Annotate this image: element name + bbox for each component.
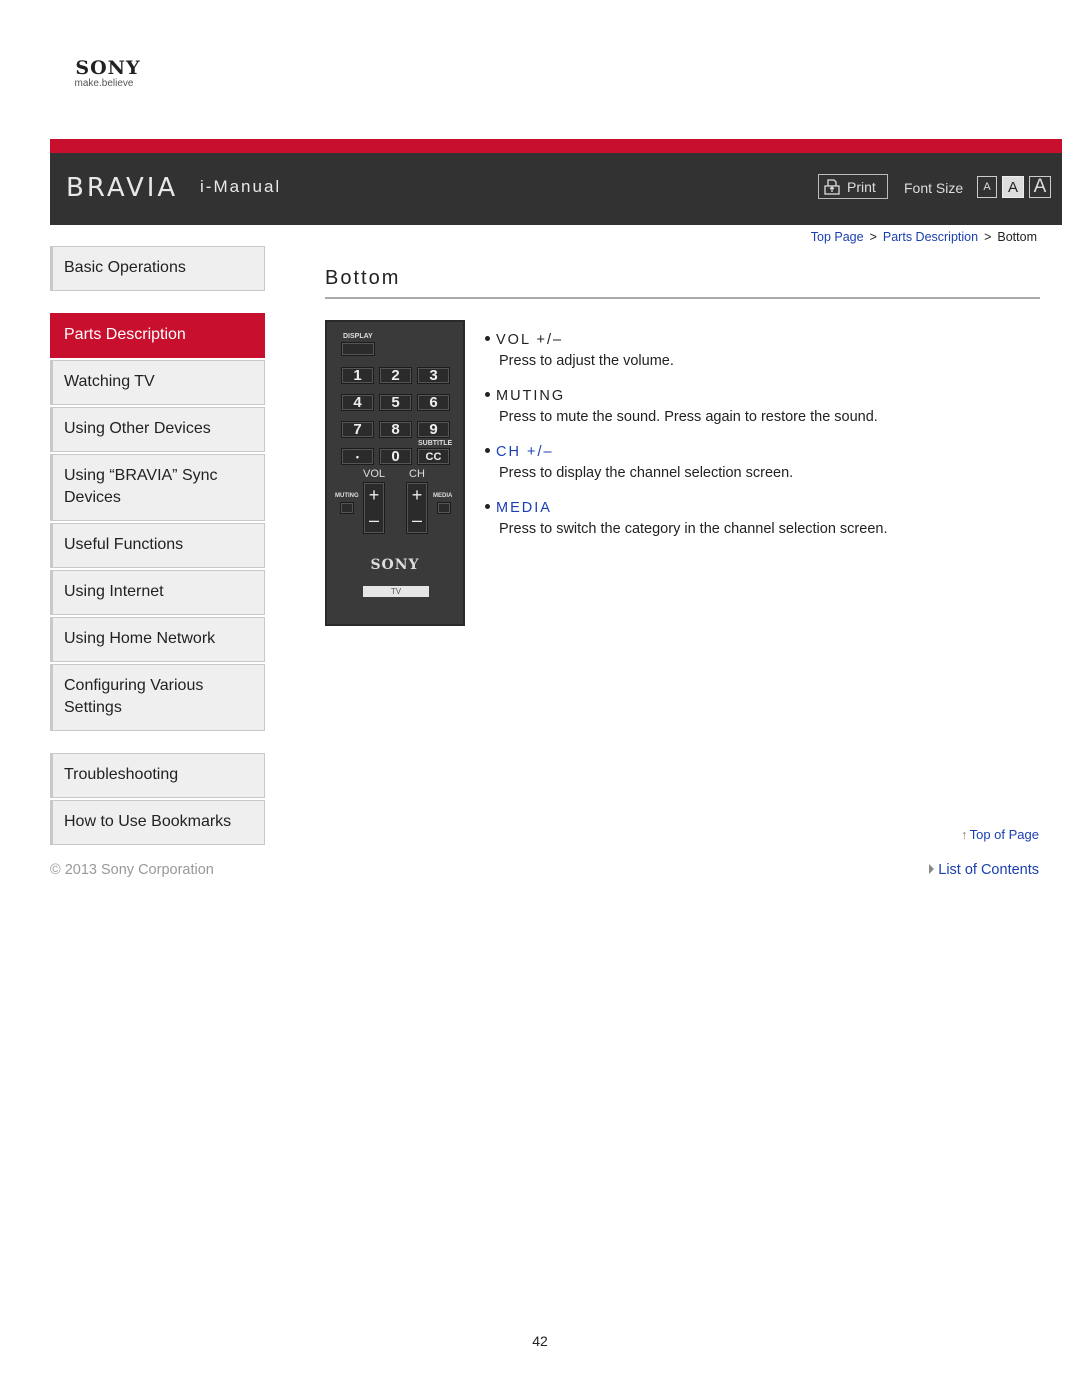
breadcrumb-parts-description[interactable]: Parts Description — [883, 230, 978, 244]
top-of-page-link[interactable]: ↑ Top of Page — [961, 827, 1039, 842]
key-4: 4 — [341, 394, 374, 411]
sidebar-item-using-internet[interactable]: Using Internet — [50, 570, 265, 615]
sidebar-item-home-network[interactable]: Using Home Network — [50, 617, 265, 662]
sidebar-item-useful-functions[interactable]: Useful Functions — [50, 523, 265, 568]
sidebar-item-watching-tv[interactable]: Watching TV — [50, 360, 265, 405]
list-item: MEDIA Press to switch the category in th… — [485, 498, 1045, 540]
parts-list: VOL +/– Press to adjust the volume. MUTI… — [485, 330, 1045, 554]
part-name-link[interactable]: MEDIA — [485, 498, 1045, 518]
key-3: 3 — [417, 367, 450, 384]
muting-key — [340, 502, 354, 514]
bullet-icon — [485, 391, 490, 397]
key-cc: CC — [417, 448, 450, 465]
display-label: DISPLAY — [343, 333, 373, 340]
breadcrumb-separator: > — [984, 230, 992, 244]
header-title: i-Manual — [200, 177, 282, 196]
sony-logo: SONY make.believe — [63, 58, 153, 90]
ch-label: CH — [409, 468, 425, 480]
print-label: Print — [847, 178, 876, 195]
vol-plus: + — [368, 485, 380, 505]
display-key — [341, 342, 375, 356]
bravia-logo: BRAVIA — [66, 173, 179, 203]
ch-plus: + — [411, 485, 423, 505]
sony-tagline: make.believe — [74, 78, 134, 89]
sidebar-item-troubleshooting[interactable]: Troubleshooting — [50, 753, 265, 798]
ch-minus: – — [411, 510, 422, 530]
sidebar-item-parts-description[interactable]: Parts Description — [50, 313, 265, 358]
part-description: Press to adjust the volume. — [499, 353, 674, 369]
key-6: 6 — [417, 394, 450, 411]
media-label: MEDIA — [433, 493, 453, 499]
key-7: 7 — [341, 421, 374, 438]
bullet-icon — [485, 503, 490, 509]
part-name: MUTING — [485, 386, 1045, 406]
key-9: 9 — [417, 421, 450, 438]
font-size-large-button[interactable]: A — [1029, 176, 1051, 198]
breadcrumb: Top Page > Parts Description > Bottom — [811, 230, 1037, 244]
list-item: MUTING Press to mute the sound. Press ag… — [485, 386, 1045, 428]
triangle-right-icon — [929, 864, 935, 874]
part-name: VOL +/– — [485, 330, 1045, 350]
key-0: 0 — [379, 448, 412, 465]
ch-rocker: + – — [406, 482, 428, 534]
vol-rocker: + – — [363, 482, 385, 534]
print-button[interactable]: Print — [818, 174, 888, 199]
sidebar-item-bookmarks[interactable]: How to Use Bookmarks — [50, 800, 265, 845]
bullet-icon — [485, 447, 490, 453]
remote-control-illustration: DISPLAY 1 2 3 4 5 6 7 8 9 SUBTITLE • 0 C… — [325, 320, 465, 626]
vol-minus: – — [368, 510, 379, 530]
print-icon — [824, 178, 840, 195]
key-5: 5 — [379, 394, 412, 411]
list-of-contents-link[interactable]: List of Contents — [929, 862, 1039, 878]
sidebar-item-configuring-settings[interactable]: Configuring Various Settings — [50, 664, 265, 731]
font-size-medium-button[interactable]: A — [1002, 176, 1024, 198]
title-divider — [325, 297, 1040, 299]
sidebar: Basic Operations Parts Description Watch… — [50, 246, 265, 845]
page-number: 42 — [532, 1333, 548, 1349]
media-key — [437, 502, 451, 514]
copyright: © 2013 Sony Corporation — [50, 862, 214, 878]
list-item: VOL +/– Press to adjust the volume. — [485, 330, 1045, 372]
sidebar-item-basic-operations[interactable]: Basic Operations — [50, 246, 265, 291]
vol-label: VOL — [363, 468, 386, 480]
header-bar: BRAVIA i-Manual Print Font Size A A A — [50, 139, 1062, 225]
page-title: Bottom — [325, 267, 401, 289]
part-name-link[interactable]: CH +/– — [485, 442, 1045, 462]
part-description: Press to display the channel selection s… — [499, 465, 794, 481]
header-accent-bar — [50, 139, 1062, 153]
sony-brand: SONY — [75, 57, 141, 79]
key-8: 8 — [379, 421, 412, 438]
muting-label: MUTING — [335, 493, 359, 499]
sidebar-item-bravia-sync[interactable]: Using “BRAVIA” Sync Devices — [50, 454, 265, 521]
key-1: 1 — [341, 367, 374, 384]
list-item: CH +/– Press to display the channel sele… — [485, 442, 1045, 484]
breadcrumb-top-page[interactable]: Top Page — [811, 230, 864, 244]
part-description: Press to mute the sound. Press again to … — [499, 409, 878, 425]
remote-tv-plate: TV — [363, 586, 429, 597]
arrow-up-icon: ↑ — [961, 827, 968, 842]
sidebar-item-using-other-devices[interactable]: Using Other Devices — [50, 407, 265, 452]
font-size-label: Font Size — [904, 180, 964, 196]
key-dot: • — [341, 448, 374, 465]
font-size-small-button[interactable]: A — [977, 176, 997, 198]
remote-sony-logo: SONY — [370, 557, 420, 573]
bullet-icon — [485, 335, 490, 341]
breadcrumb-current: Bottom — [997, 230, 1037, 244]
part-description: Press to switch the category in the chan… — [499, 521, 888, 537]
key-2: 2 — [379, 367, 412, 384]
breadcrumb-separator: > — [869, 230, 877, 244]
subtitle-label: SUBTITLE — [418, 440, 453, 447]
